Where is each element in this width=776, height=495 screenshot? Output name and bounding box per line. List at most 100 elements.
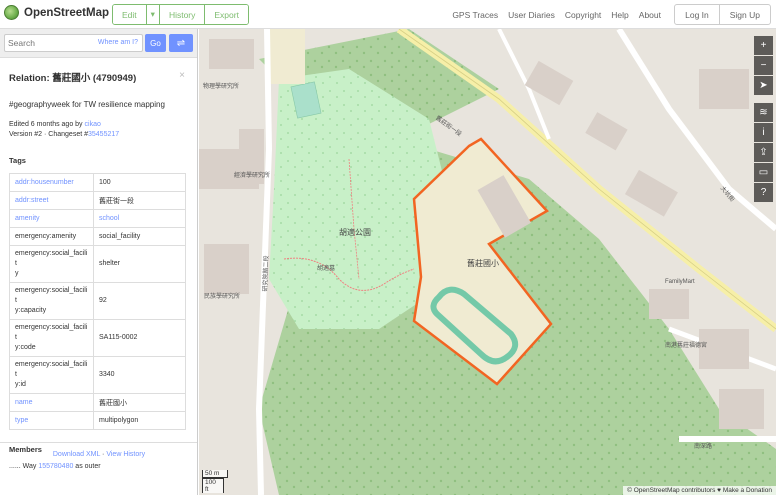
auth-buttons: Log In Sign Up <box>674 4 771 25</box>
tag-key[interactable]: name <box>9 393 94 412</box>
close-icon[interactable]: × <box>179 70 185 81</box>
signup-button[interactable]: Sign Up <box>720 5 770 24</box>
tag-key: emergency:social_facilit y <box>9 245 94 283</box>
nav-help[interactable]: Help <box>611 10 628 20</box>
tag-value: 舊莊國小 <box>93 393 186 412</box>
export-button[interactable]: Export <box>205 5 248 24</box>
table-row: amenity school <box>9 209 186 228</box>
osm-logo-icon <box>4 5 19 20</box>
table-row: type multipolygon <box>9 411 186 430</box>
institute-label: 經濟學研究所 <box>234 173 271 179</box>
nav-gps-traces[interactable]: GPS Traces <box>452 10 498 20</box>
tag-value: 3340 <box>93 356 186 394</box>
download-xml-link[interactable]: Download XML <box>53 451 100 458</box>
tag-key[interactable]: addr:street <box>9 191 94 210</box>
map-attribution[interactable]: © OpenStreetMap contributors ♥ Make a Do… <box>623 486 776 495</box>
member-prefix: ...... Way <box>9 463 39 470</box>
search-box[interactable]: Where am I? <box>4 34 143 52</box>
tags-heading: Tags <box>9 156 26 165</box>
map-controls: + − ➤ ≋ i ⇪ ▭ ? <box>754 36 773 203</box>
edit-info: Edited 6 months ago by cikao Version #2 … <box>9 120 188 140</box>
tag-value: 92 <box>93 282 186 320</box>
sidebar-content: Relation: 舊莊國小 (4790949) #geographyweek … <box>0 58 197 480</box>
tag-key: emergency:social_facilit y:id <box>9 356 94 394</box>
note-icon[interactable]: ▭ <box>754 163 773 182</box>
edit-button[interactable]: Edit <box>113 5 147 24</box>
relation-title: Relation: 舊莊國小 (4790949) <box>9 73 137 84</box>
tag-key[interactable]: type <box>9 411 94 430</box>
user-link[interactable]: cikao <box>85 121 101 128</box>
table-row: emergency:amenity social_facility <box>9 227 186 246</box>
road-label: 南深路 <box>694 444 713 450</box>
scale-bar: 50 m 100 ft <box>202 470 228 493</box>
scale-metric: 50 m <box>202 470 228 478</box>
tag-key: emergency:amenity <box>9 227 94 246</box>
building <box>204 244 249 294</box>
zoom-in-button[interactable]: + <box>754 36 773 55</box>
nav-copyright[interactable]: Copyright <box>565 10 601 20</box>
tag-value: multipolygon <box>93 411 186 430</box>
tag-value: shelter <box>93 245 186 283</box>
tomb-label: 胡適墓 <box>317 266 336 272</box>
table-row: emergency:social_facilit y:capacity 92 <box>9 282 186 320</box>
info-icon[interactable]: i <box>754 123 773 142</box>
member-way-link[interactable]: 155780480 <box>38 463 73 470</box>
changeset-link[interactable]: 35455217 <box>88 131 119 138</box>
nav-about[interactable]: About <box>639 10 661 20</box>
road-label: 研究院路二段 <box>262 255 271 292</box>
building <box>699 69 749 109</box>
logo[interactable]: OpenStreetMap <box>4 5 109 20</box>
edited-prefix: Edited <box>9 121 31 128</box>
top-header: OpenStreetMap Edit ▾ History Export GPS … <box>0 0 776 29</box>
search-input[interactable] <box>8 38 88 48</box>
directions-icon[interactable]: ⇌ <box>169 34 193 52</box>
familymart-label: FamilyMart <box>665 279 695 285</box>
table-row: addr:housenumber 100 <box>9 173 186 192</box>
table-row: addr:street 舊莊街一段 <box>9 191 186 210</box>
park-label: 胡適公園 <box>339 228 371 237</box>
nav-user-diaries[interactable]: User Diaries <box>508 10 555 20</box>
tag-value[interactable]: school <box>93 209 186 228</box>
edit-dropdown-button[interactable]: ▾ <box>146 5 160 24</box>
layers-icon[interactable]: ≋ <box>754 103 773 122</box>
sidebar-footer: Download XML · View History <box>0 442 197 458</box>
sidebar: Where am I? Go ⇌ × Relation: 舊莊國小 (47909… <box>0 29 198 495</box>
edited-time: 6 months ago <box>30 121 74 128</box>
tags-table: addr:housenumber 100 addr:street 舊莊街一段 ame… <box>9 173 186 430</box>
table-row: emergency:social_facilit y shelter <box>9 245 186 283</box>
institute-label: 物理學研究所 <box>203 84 240 90</box>
building <box>209 39 254 69</box>
logo-text: OpenStreetMap <box>24 6 109 19</box>
tag-key[interactable]: amenity <box>9 209 94 228</box>
query-icon[interactable]: ? <box>754 183 773 202</box>
zoom-out-button[interactable]: − <box>754 56 773 75</box>
table-row: emergency:social_facilit y:id 3340 <box>9 356 186 394</box>
search-bar: Where am I? Go ⇌ <box>0 29 197 58</box>
tag-key: emergency:social_facilit y:code <box>9 319 94 357</box>
building <box>719 389 764 429</box>
tag-value: 舊莊街一段 <box>93 191 186 210</box>
locate-icon[interactable]: ➤ <box>754 76 773 95</box>
edited-by: by <box>73 121 85 128</box>
building <box>699 329 749 369</box>
table-row: emergency:social_facilit y:code SA115-000… <box>9 319 186 357</box>
login-button[interactable]: Log In <box>675 5 720 24</box>
edit-history-export-group: Edit ▾ History Export <box>112 4 249 25</box>
history-button[interactable]: History <box>159 5 206 24</box>
tag-key[interactable]: addr:housenumber <box>9 173 94 192</box>
institute-label: 民族學研究所 <box>204 294 241 300</box>
scale-imperial: 100 ft <box>202 478 224 493</box>
table-row: name 舊莊國小 <box>9 393 186 412</box>
map-view[interactable]: 胡適公園 舊莊國小 經濟學研究所 民族學研究所 物理學研究所 胡適墓 Famil… <box>199 29 776 495</box>
parking-area <box>267 29 305 84</box>
tag-key: emergency:social_facilit y:capacity <box>9 282 94 320</box>
share-icon[interactable]: ⇪ <box>754 143 773 162</box>
where-am-i-link[interactable]: Where am I? <box>98 39 138 46</box>
version-text: Version #2 · Changeset # <box>9 131 88 138</box>
top-nav: GPS Traces User Diaries Copyright Help A… <box>452 10 661 20</box>
go-button[interactable]: Go <box>145 34 166 52</box>
member-item: ...... Way 155780480 as outer <box>9 463 188 470</box>
tag-value: social_facility <box>93 227 186 246</box>
member-role: as outer <box>73 463 101 470</box>
view-history-link[interactable]: View History <box>106 451 145 458</box>
